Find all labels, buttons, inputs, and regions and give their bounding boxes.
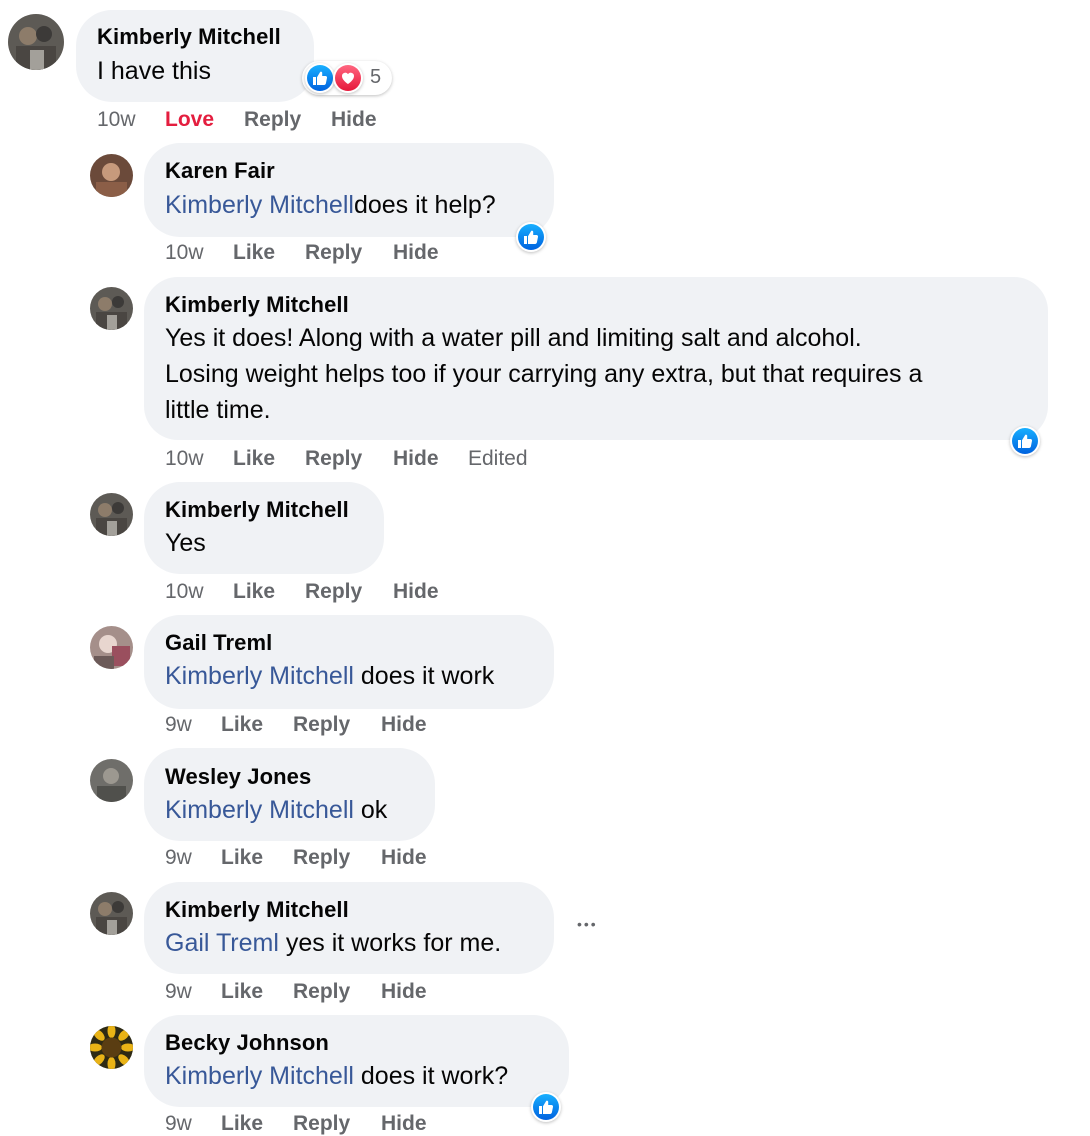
comment-actions: 10w Like Reply Hide xyxy=(165,580,439,604)
hide-button[interactable]: Hide xyxy=(393,447,468,471)
reply-button[interactable]: Reply xyxy=(244,108,331,132)
comment-text: Kimberly Mitchell does it work xyxy=(165,658,494,694)
comment-author[interactable]: Kimberly Mitchell xyxy=(165,292,349,318)
reaction-count[interactable]: 5 xyxy=(370,66,381,89)
comment-text-content: does it work? xyxy=(353,1062,509,1090)
like-button[interactable]: Like xyxy=(233,241,305,265)
avatar[interactable] xyxy=(90,892,133,935)
comment-text-content: does it work xyxy=(353,662,495,690)
like-button[interactable]: Like xyxy=(233,580,305,604)
like-icon[interactable] xyxy=(531,1092,561,1122)
comment-text-content: yes it works for me. xyxy=(278,929,502,957)
edited-label[interactable]: Edited xyxy=(468,447,528,471)
avatar[interactable] xyxy=(8,14,64,70)
timestamp[interactable]: 9w xyxy=(165,846,221,870)
comment-author[interactable]: Kimberly Mitchell xyxy=(165,897,349,923)
comment-text-line: little time. xyxy=(165,396,271,424)
comment-text: I have this xyxy=(97,57,211,85)
timestamp[interactable]: 10w xyxy=(165,580,233,604)
comment-actions: 9w Like Reply Hide xyxy=(165,1112,427,1136)
comment-text: Kimberly Mitchell ok xyxy=(165,792,387,828)
like-button[interactable]: Like xyxy=(221,713,293,737)
hide-button[interactable]: Hide xyxy=(381,846,427,870)
mention-link[interactable]: Kimberly Mitchell xyxy=(165,796,354,824)
hide-button[interactable]: Hide xyxy=(381,713,427,737)
comment-actions: 10w Love Reply Hide xyxy=(97,108,377,132)
comment-actions: 9w Like Reply Hide xyxy=(165,713,427,737)
reply-button[interactable]: Reply xyxy=(305,241,393,265)
hide-button[interactable]: Hide xyxy=(381,980,427,1004)
avatar[interactable] xyxy=(90,154,133,197)
hide-button[interactable]: Hide xyxy=(331,108,377,132)
like-button[interactable]: Like xyxy=(221,1112,293,1136)
love-icon xyxy=(333,63,363,93)
comment-actions: 10w Like Reply Hide Edited xyxy=(165,447,528,471)
mention-link[interactable]: Kimberly Mitchell xyxy=(165,1062,354,1090)
comment-author[interactable]: Becky Johnson xyxy=(165,1030,329,1056)
avatar[interactable] xyxy=(90,626,133,669)
comment-text-content: does it help? xyxy=(353,191,496,219)
comment-text-line: Yes it does! Along with a water pill and… xyxy=(165,324,862,352)
comment-text-line: Losing weight helps too if your carrying… xyxy=(165,360,923,388)
reply-button[interactable]: Reply xyxy=(293,1112,381,1136)
avatar[interactable] xyxy=(90,1026,133,1069)
reply-button[interactable]: Reply xyxy=(305,580,393,604)
timestamp[interactable]: 9w xyxy=(165,1112,221,1136)
comment-text: Gail Treml yes it works for me. xyxy=(165,925,501,961)
comment-actions: 9w Like Reply Hide xyxy=(165,846,427,870)
mention-link[interactable]: Kimberly Mitchell xyxy=(165,191,354,219)
reply-button[interactable]: Reply xyxy=(293,846,381,870)
like-button[interactable]: Like xyxy=(233,447,305,471)
comment-text-content: ok xyxy=(353,796,388,824)
comment-author[interactable]: Kimberly Mitchell xyxy=(165,497,349,523)
hide-button[interactable]: Hide xyxy=(393,241,439,265)
timestamp[interactable]: 9w xyxy=(165,713,221,737)
avatar[interactable] xyxy=(90,759,133,802)
reply-button[interactable]: Reply xyxy=(305,447,393,471)
timestamp[interactable]: 9w xyxy=(165,980,221,1004)
comment-author[interactable]: Wesley Jones xyxy=(165,764,311,790)
hide-button[interactable]: Hide xyxy=(393,580,439,604)
timestamp[interactable]: 10w xyxy=(165,241,233,265)
like-button[interactable]: Like xyxy=(221,846,293,870)
reply-button[interactable]: Reply xyxy=(293,980,381,1004)
comment-author[interactable]: Kimberly Mitchell xyxy=(97,24,281,50)
comment-author[interactable]: Gail Treml xyxy=(165,630,272,656)
reply-button[interactable]: Reply xyxy=(293,713,381,737)
timestamp[interactable]: 10w xyxy=(165,447,233,471)
comment-author[interactable]: Karen Fair xyxy=(165,158,275,184)
hide-button[interactable]: Hide xyxy=(381,1112,427,1136)
like-icon[interactable] xyxy=(516,222,546,252)
mention-link[interactable]: Kimberly Mitchell xyxy=(165,662,354,690)
more-options-button[interactable]: ••• xyxy=(577,916,598,932)
timestamp[interactable]: 10w xyxy=(97,108,165,132)
avatar[interactable] xyxy=(90,493,133,536)
comment-text: Kimberly Mitchell does it work? xyxy=(165,1058,508,1094)
like-icon xyxy=(305,63,335,93)
like-icon[interactable] xyxy=(1010,426,1040,456)
comment-actions: 10w Like Reply Hide xyxy=(165,241,439,265)
comment-actions: 9w Like Reply Hide xyxy=(165,980,427,1004)
comment-text: Kimberly Mitchelldoes it help? xyxy=(165,187,496,223)
comment-text: Yes xyxy=(165,529,206,557)
love-button[interactable]: Love xyxy=(165,108,244,132)
like-button[interactable]: Like xyxy=(221,980,293,1004)
mention-link[interactable]: Gail Treml xyxy=(165,929,279,957)
avatar[interactable] xyxy=(90,287,133,330)
